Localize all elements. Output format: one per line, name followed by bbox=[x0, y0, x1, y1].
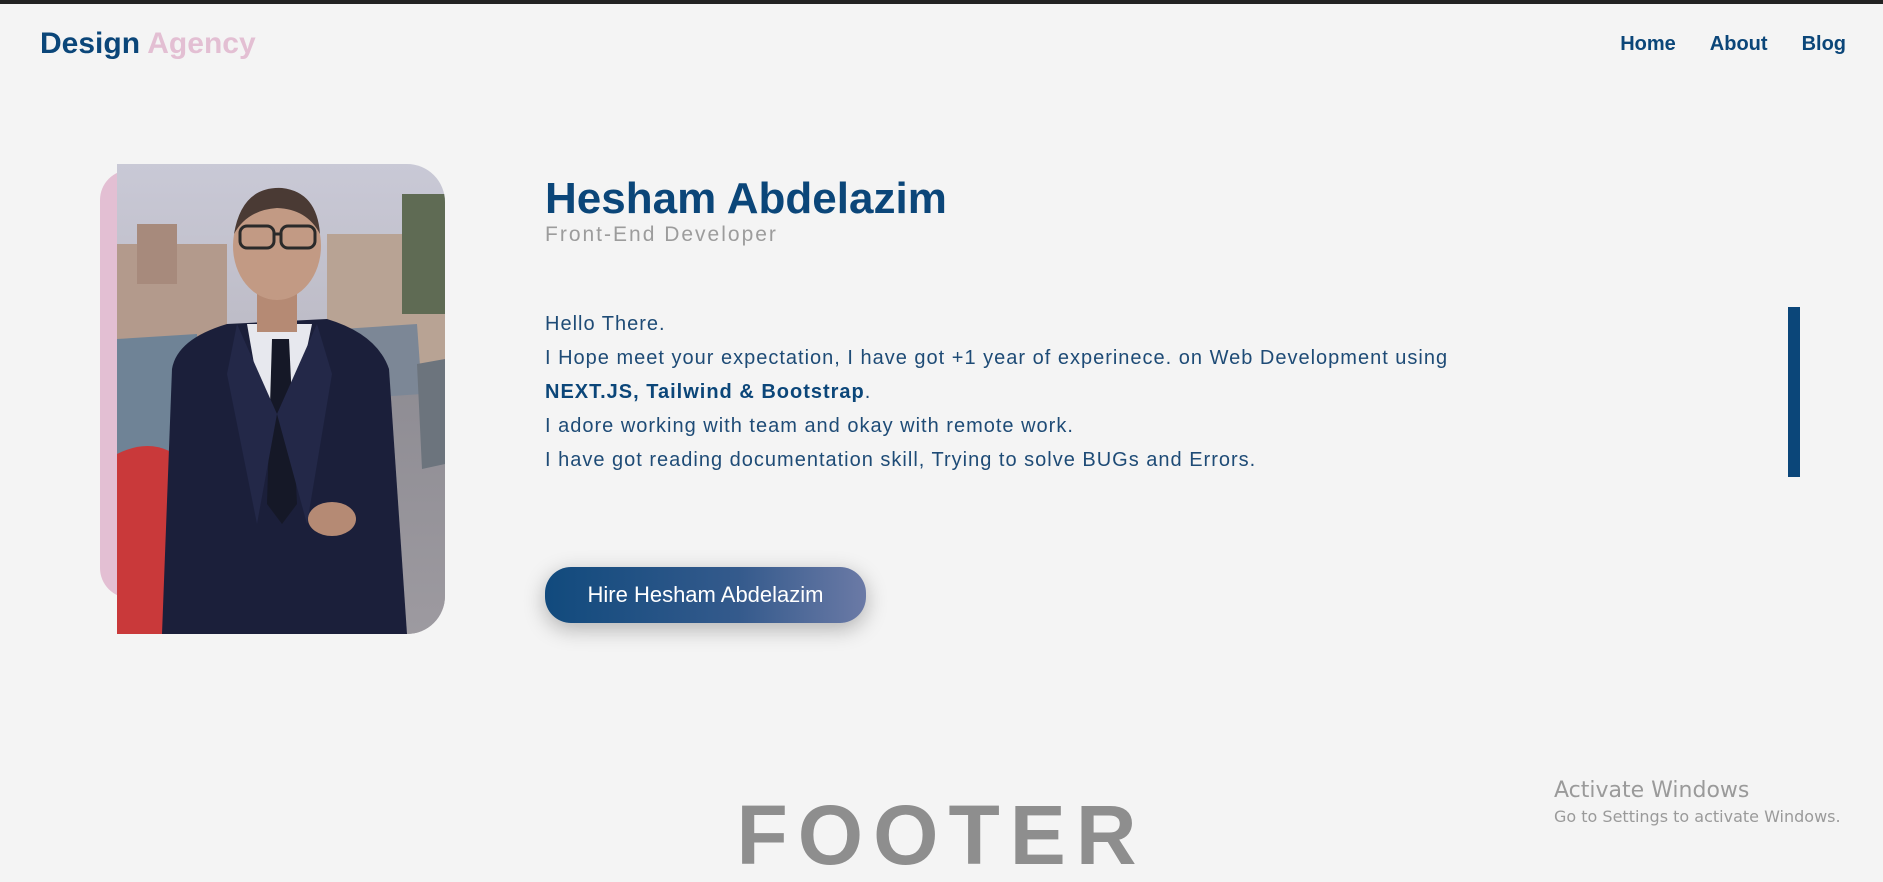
bio-line-3: NEXT.JS, Tailwind & Bootstrap. bbox=[545, 375, 1745, 409]
logo-word-design: Design bbox=[40, 27, 141, 60]
profile-name: Hesham Abdelazim bbox=[545, 174, 947, 223]
profile-photo bbox=[117, 164, 445, 634]
bio-line-4: I adore working with team and okay with … bbox=[545, 415, 1074, 437]
logo-word-agency: Agency bbox=[147, 27, 256, 60]
bio-line-1: Hello There. bbox=[545, 313, 666, 335]
bio-tech-stack: NEXT.JS, Tailwind & Bootstrap bbox=[545, 381, 865, 403]
profile-bio: Hello There. I Hope meet your expectatio… bbox=[545, 307, 1745, 477]
bio-line-5: I have got reading documentation skill, … bbox=[545, 449, 1257, 471]
logo[interactable]: Design Agency bbox=[40, 24, 256, 64]
watermark-title: Activate Windows bbox=[1554, 778, 1750, 803]
side-accent-bar bbox=[1788, 307, 1800, 477]
top-border bbox=[0, 0, 1883, 4]
bio-line-2: I Hope meet your expectation, I have got… bbox=[545, 347, 1449, 369]
bio-line-3-end: . bbox=[864, 381, 872, 403]
nav-link-about[interactable]: About bbox=[1710, 30, 1768, 58]
windows-activation-watermark: Activate Windows Go to Settings to activ… bbox=[1554, 776, 1841, 828]
watermark-subtitle: Go to Settings to activate Windows. bbox=[1554, 807, 1841, 826]
main-nav: Home About Blog bbox=[1620, 30, 1846, 58]
nav-link-blog[interactable]: Blog bbox=[1802, 30, 1846, 58]
hire-button[interactable]: Hire Hesham Abdelazim bbox=[545, 567, 866, 623]
nav-link-home[interactable]: Home bbox=[1620, 30, 1676, 58]
profile-role: Front-End Developer bbox=[545, 223, 778, 246]
